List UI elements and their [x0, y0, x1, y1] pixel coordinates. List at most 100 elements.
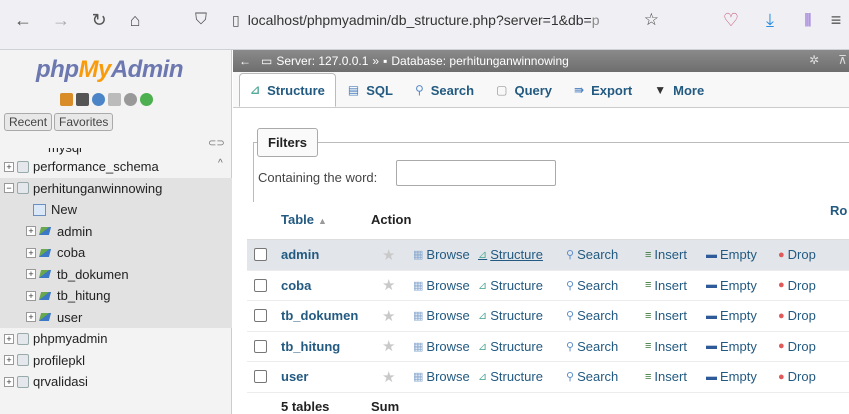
expand-icon[interactable]: + — [4, 376, 14, 387]
action-structure[interactable]: ⊿ Structure — [478, 308, 543, 323]
docs-icon[interactable] — [108, 93, 121, 106]
tree-item-coba[interactable]: + coba — [0, 242, 232, 264]
download-icon[interactable]: ⤓ — [755, 7, 785, 33]
expand-icon[interactable]: + — [26, 312, 36, 323]
tree-item-tb-hitung[interactable]: + tb_hitung — [0, 285, 232, 307]
expand-icon[interactable]: + — [4, 161, 14, 172]
tree-item-performance-schema[interactable]: + performance_schema — [0, 156, 232, 178]
reload-icon[interactable]: ↻ — [84, 7, 114, 33]
action-search[interactable]: ⚲ Search — [566, 278, 618, 293]
action-drop[interactable]: ● Drop — [778, 339, 816, 354]
action-browse[interactable]: ▦ Browse — [413, 369, 470, 384]
action-search[interactable]: ⚲ Search — [566, 247, 618, 262]
action-drop[interactable]: ● Drop — [778, 369, 816, 384]
action-browse[interactable]: ▦ Browse — [413, 308, 470, 323]
action-empty[interactable]: ▬ Empty — [706, 369, 757, 384]
column-header-rows[interactable]: Ro — [830, 203, 847, 218]
action-browse[interactable]: ▦ Browse — [413, 278, 470, 293]
action-drop[interactable]: ● Drop — [778, 308, 816, 323]
menu-icon[interactable]: ≡ — [826, 7, 846, 33]
help-icon[interactable] — [92, 93, 105, 106]
action-browse[interactable]: ▦ Browse — [413, 247, 470, 262]
action-structure[interactable]: ⊿ Structure — [478, 278, 543, 293]
favorite-star-icon[interactable]: ★ — [382, 337, 395, 355]
action-structure[interactable]: ⊿ Structure — [478, 339, 543, 354]
table-name-link[interactable]: coba — [281, 278, 311, 293]
tree-item-admin[interactable]: + admin — [0, 220, 232, 242]
favorite-star-icon[interactable]: ★ — [382, 307, 395, 325]
home-icon[interactable]: ⌂ — [120, 7, 150, 33]
tab-more[interactable]: ▼ More — [644, 73, 714, 107]
collapse-icon[interactable]: − — [4, 183, 14, 194]
tab-search[interactable]: ⚲ Search — [405, 73, 484, 107]
tab-export[interactable]: ⇛ Export — [564, 73, 642, 107]
tree-item-perhitunganwinnowing[interactable]: − perhitunganwinnowing — [0, 177, 232, 199]
expand-icon[interactable]: + — [26, 247, 36, 258]
action-empty[interactable]: ▬ Empty — [706, 308, 757, 323]
action-empty[interactable]: ▬ Empty — [706, 339, 757, 354]
tree-item-new[interactable]: New — [0, 199, 232, 221]
library-icon[interactable]: ⫼ — [793, 7, 823, 33]
phpmyadmin-logo[interactable]: phpMyAdmin — [36, 56, 184, 84]
action-insert[interactable]: ≡ Insert — [645, 247, 687, 262]
action-search[interactable]: ⚲ Search — [566, 339, 618, 354]
table-name-link[interactable]: tb_dokumen — [281, 308, 358, 323]
address-bar[interactable]: ▯ localhost/phpmyadmin/db_structure.php?… — [232, 4, 694, 36]
pocket-icon[interactable]: ♡ — [716, 7, 746, 33]
back-arrow-icon[interactable]: ← — [8, 7, 38, 33]
expand-icon[interactable]: + — [26, 269, 36, 280]
favorite-star-icon[interactable]: ★ — [382, 276, 395, 294]
action-empty[interactable]: ▬ Empty — [706, 247, 757, 262]
favorite-star-icon[interactable]: ★ — [382, 246, 395, 264]
reload-nav-icon[interactable] — [140, 93, 153, 106]
table-name-link[interactable]: user — [281, 369, 308, 384]
tab-sql[interactable]: ▤ SQL — [338, 73, 403, 107]
action-search[interactable]: ⚲ Search — [566, 308, 618, 323]
expand-icon[interactable]: + — [4, 355, 14, 366]
action-structure[interactable]: ⊿ Structure — [478, 369, 543, 384]
favorite-star-icon[interactable]: ★ — [382, 368, 395, 386]
logout-icon[interactable] — [76, 93, 89, 106]
action-insert[interactable]: ≡ Insert — [645, 278, 687, 293]
filter-input[interactable] — [396, 160, 556, 186]
expand-icon[interactable]: + — [26, 226, 36, 237]
tree-item-phpmyadmin[interactable]: + phpmyadmin — [0, 328, 232, 350]
recent-tab[interactable]: Recent — [4, 113, 53, 131]
home-icon[interactable] — [60, 93, 73, 106]
tab-structure[interactable]: ⊿ Structure — [239, 73, 336, 107]
action-empty[interactable]: ▬ Empty — [706, 278, 757, 293]
collapse-nav-icon[interactable]: ← — [239, 54, 251, 68]
settings-gear-icon[interactable]: ✲ — [809, 53, 819, 67]
pin-icon[interactable]: ⊼ — [838, 53, 847, 67]
tree-item-qrvalidasi[interactable]: + qrvalidasi — [0, 371, 232, 393]
action-insert[interactable]: ≡ Insert — [645, 339, 687, 354]
tree-item-tb-dokumen[interactable]: + tb_dokumen — [0, 263, 232, 285]
tree-item-profilepkl[interactable]: + profilepkl — [0, 350, 232, 372]
breadcrumb-database[interactable]: Database: perhitunganwinnowing — [391, 54, 568, 68]
row-checkbox[interactable] — [254, 278, 267, 292]
expand-icon[interactable]: + — [4, 333, 14, 344]
url-text[interactable]: localhost/phpmyadmin/db_structure.php?se… — [248, 12, 638, 28]
action-insert[interactable]: ≡ Insert — [645, 369, 687, 384]
breadcrumb-server[interactable]: Server: 127.0.0.1 — [276, 54, 368, 68]
table-name-link[interactable]: admin — [281, 247, 319, 262]
action-structure[interactable]: ⊿ Structure — [478, 247, 543, 262]
column-header-table[interactable]: Table ▲ — [281, 212, 327, 227]
row-checkbox[interactable] — [254, 370, 267, 384]
row-checkbox[interactable] — [254, 309, 267, 323]
action-drop[interactable]: ● Drop — [778, 247, 816, 262]
action-insert[interactable]: ≡ Insert — [645, 308, 687, 323]
tab-query[interactable]: ▢ Query — [486, 73, 562, 107]
bookmark-star-icon[interactable]: ☆ — [644, 10, 659, 30]
settings-icon[interactable] — [124, 93, 137, 106]
favorites-tab[interactable]: Favorites — [54, 113, 114, 131]
tree-item-user[interactable]: + user — [0, 306, 232, 328]
row-checkbox[interactable] — [254, 248, 267, 262]
row-checkbox[interactable] — [254, 339, 267, 353]
action-drop[interactable]: ● Drop — [778, 278, 816, 293]
expand-icon[interactable]: + — [26, 290, 36, 301]
table-name-link[interactable]: tb_hitung — [281, 339, 340, 354]
action-search[interactable]: ⚲ Search — [566, 369, 618, 384]
forward-arrow-icon[interactable]: → — [46, 7, 76, 33]
shield-icon[interactable]: ⛉ — [186, 7, 216, 33]
